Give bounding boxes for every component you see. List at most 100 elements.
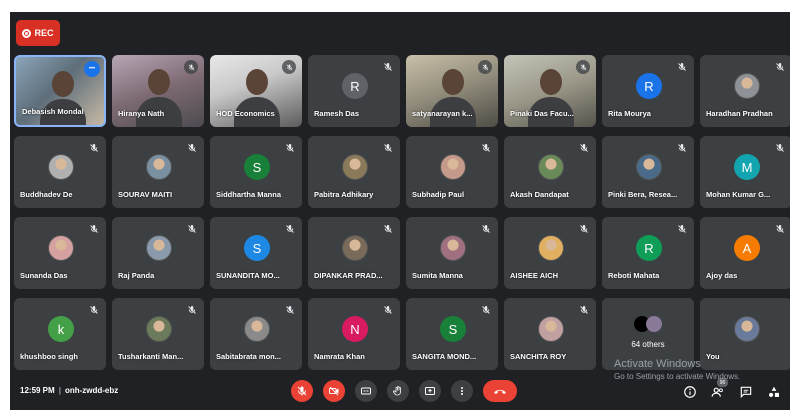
participant-photo [146,154,172,180]
others-avatar [646,316,662,332]
participant-name: SOURAV MAITI [118,190,173,199]
participant-tile[interactable]: Pinki Bera, Resea... [602,136,694,208]
present-now-button[interactable] [419,380,441,402]
participant-tile[interactable]: You [700,298,790,370]
participant-avatar: S [244,154,270,180]
participant-name: Debasish Mondal [22,107,84,116]
record-icon [22,28,32,38]
participant-tile[interactable]: Akash Dandapat [504,136,596,208]
participant-tile[interactable]: A Ajoy das [700,217,790,289]
participant-avatar: S [244,235,270,261]
participant-tile[interactable]: N Namrata Khan [308,298,400,370]
participant-tile[interactable]: Sabitabrata mon... [210,298,302,370]
meeting-code: onh-zwdd-ebz [64,386,119,395]
participant-name: HOD Economics [216,109,275,118]
participant-video [540,69,562,95]
mic-muted-icon [676,60,688,72]
participant-photo [734,316,760,342]
activities-button[interactable] [766,384,782,400]
mic-muted-icon [186,141,198,153]
participant-avatar: R [636,73,662,99]
mic-muted-icon [382,303,394,315]
mic-muted-icon [576,60,590,74]
mic-muted-icon [284,222,296,234]
participant-tile[interactable]: Pabitra Adhikary [308,136,400,208]
participant-tile[interactable]: k khushboo singh [14,298,106,370]
activities-icon [769,386,779,397]
participant-tile[interactable]: Hiranya Nath [112,55,204,127]
participant-name: SUNANDITA MO... [216,271,280,280]
participant-name: Rita Mourya [608,109,651,118]
mic-muted-icon [186,303,198,315]
participant-tile[interactable]: DIPANKAR PRAD... [308,217,400,289]
mic-muted-icon [88,141,100,153]
present-icon [425,387,435,395]
participant-name: Pinaki Das Facu... [510,109,574,118]
leave-call-button[interactable] [483,380,517,402]
tile-options-icon[interactable]: ••• [84,61,100,77]
participant-photo [538,235,564,261]
participant-tile[interactable]: M Mohan Kumar G... [700,136,790,208]
participant-tile[interactable]: Subhadip Paul [406,136,498,208]
participant-name: Haradhan Pradhan [706,109,773,118]
participant-tile[interactable]: R Ramesh Das [308,55,400,127]
participant-video [52,71,74,97]
mic-muted-icon [284,141,296,153]
meeting-time: 12:59 PM [20,386,55,395]
participant-tile[interactable]: Tusharkanti Man... [112,298,204,370]
participant-tile[interactable]: SOURAV MAITI [112,136,204,208]
chat-button[interactable] [738,384,754,400]
participant-name: Reboti Mahata [608,271,660,280]
participant-name: Namrata Khan [314,352,365,361]
participant-photo [244,316,270,342]
participant-name: Sunanda Das [20,271,68,280]
mic-muted-icon [88,222,100,234]
participant-name: Ajoy das [706,271,738,280]
participant-tile[interactable]: Pinaki Das Facu... [504,55,596,127]
raise-hand-button[interactable] [387,380,409,402]
participant-tile[interactable]: Raj Panda [112,217,204,289]
meeting-details-button[interactable] [682,384,698,400]
participant-photo [440,154,466,180]
participant-tile[interactable]: SANCHITA ROY [504,298,596,370]
participant-tile[interactable]: satyanarayan k... [406,55,498,127]
participant-tile[interactable]: S SUNANDITA MO... [210,217,302,289]
participant-tile[interactable]: Buddhadev De [14,136,106,208]
activate-windows-title: Activate Windows [614,358,701,370]
mic-muted-icon [480,141,492,153]
participant-tile[interactable]: AISHEE AICH [504,217,596,289]
participant-name: Mohan Kumar G... [706,190,771,199]
participant-photo [146,235,172,261]
participant-tile[interactable]: Haradhan Pradhan [700,55,790,127]
participant-avatar: R [342,73,368,99]
hand-icon [392,386,401,396]
people-button[interactable]: 96 [710,378,728,400]
mic-muted-icon [774,222,786,234]
mic-muted-icon [480,222,492,234]
participant-name: Raj Panda [118,271,155,280]
mic-toggle-button[interactable] [291,380,313,402]
mic-muted-icon [578,222,590,234]
participant-tile[interactable]: R Reboti Mahata [602,217,694,289]
mic-muted-icon [480,303,492,315]
camera-toggle-button[interactable] [323,380,345,402]
participant-tile[interactable]: S SANGITA MOND... [406,298,498,370]
mic-off-icon [297,386,307,396]
captions-button[interactable] [355,380,377,402]
participant-photo [342,235,368,261]
participant-tile[interactable]: Debasish Mondal ••• [14,55,106,127]
mic-muted-icon [184,60,198,74]
hang-up-icon [494,389,506,394]
participant-tile[interactable]: Sunanda Das [14,217,106,289]
participant-tile[interactable]: S Siddhartha Manna [210,136,302,208]
participant-name: Pabitra Adhikary [314,190,374,199]
participant-name: khushboo singh [20,352,78,361]
participant-name: Siddhartha Manna [216,190,282,199]
mic-muted-icon [382,141,394,153]
more-options-button[interactable] [451,380,473,402]
participant-tile[interactable]: HOD Economics [210,55,302,127]
participant-name: Ramesh Das [314,109,360,118]
participant-tile[interactable]: R Rita Mourya [602,55,694,127]
participant-photo [48,154,74,180]
participant-tile[interactable]: Sumita Manna [406,217,498,289]
